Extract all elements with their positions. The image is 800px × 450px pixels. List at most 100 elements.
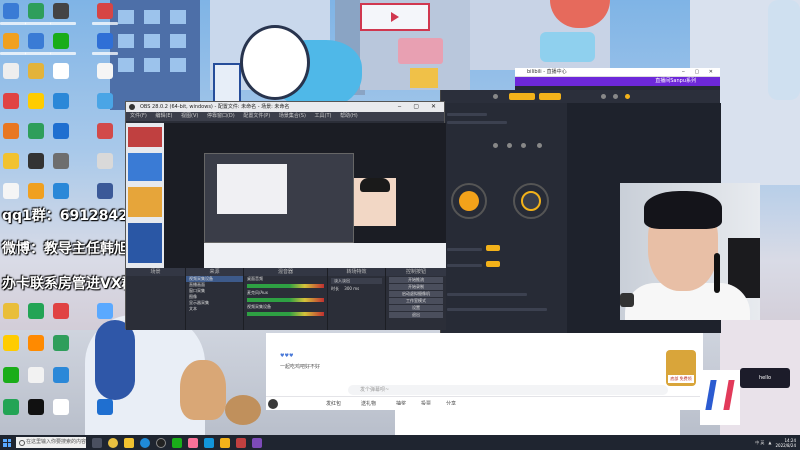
desktop-app-icon[interactable] [53, 183, 69, 199]
folder-icon[interactable] [124, 437, 134, 448]
desktop-app-icon[interactable] [28, 335, 44, 351]
desktop-app-icon[interactable] [97, 33, 113, 49]
console-action-button[interactable] [486, 245, 500, 251]
console-icon[interactable] [625, 94, 630, 99]
edge-icon[interactable] [140, 437, 150, 448]
desktop-app-icon[interactable] [3, 303, 19, 319]
network-icon[interactable]: ▲ [768, 440, 771, 445]
live-tool-icon[interactable] [220, 437, 230, 448]
start-button[interactable] [0, 435, 14, 450]
obs-icon[interactable] [156, 437, 166, 448]
console-option-icon[interactable] [493, 143, 498, 148]
desktop-app-icon[interactable] [28, 367, 44, 383]
desktop-app-icon[interactable] [3, 63, 19, 79]
console-icon[interactable] [613, 94, 618, 99]
console-icon[interactable] [601, 94, 606, 99]
desktop-app-icon[interactable] [28, 123, 44, 139]
qq-icon[interactable] [204, 437, 214, 448]
desktop-app-icon[interactable] [3, 367, 19, 383]
desktop-app-icon[interactable] [53, 367, 69, 383]
desktop-app-icon[interactable] [28, 399, 44, 415]
console-icon[interactable] [493, 94, 498, 99]
browser-badge[interactable]: 直播间Sanpu系列 [655, 77, 696, 86]
browser-title-bar[interactable]: bilibili - 直播中心 ‒ ▢ ✕ [515, 68, 720, 77]
desktop-app-icon[interactable] [97, 63, 113, 79]
wechat-icon[interactable] [172, 437, 182, 448]
obs-title-bar[interactable]: OBS 28.0.2 (64-bit, windows) - 配置文件: 未命名… [126, 102, 444, 112]
desktop-app-icon[interactable] [28, 3, 44, 19]
desktop-app-icon[interactable] [97, 399, 113, 415]
obs-window[interactable]: OBS 28.0.2 (64-bit, windows) - 配置文件: 未命名… [125, 101, 446, 330]
obs-menu-item[interactable]: 工具(T) [315, 113, 332, 119]
start-streaming-button[interactable]: 开始推流 [389, 277, 443, 283]
studio-mode-button[interactable]: 工作室模式 [389, 298, 443, 304]
obs-menu-item[interactable]: 文件(F) [130, 113, 147, 119]
window-controls[interactable]: ‒ ▢ ✕ [682, 68, 717, 77]
desktop-app-icon[interactable] [28, 183, 44, 199]
taskbar-search-input[interactable]: 在这里输入你要搜索的内容 [16, 437, 86, 448]
source-item[interactable]: 文本 [186, 306, 243, 312]
ime-indicator[interactable]: 中 英 [755, 440, 764, 446]
desktop-app-icon[interactable] [53, 335, 69, 351]
desktop-app-icon[interactable] [3, 93, 19, 109]
desktop-app-icon[interactable] [53, 153, 69, 169]
bilibili-icon[interactable] [188, 437, 198, 448]
console-option-icon[interactable] [521, 143, 526, 148]
desktop-app-icon[interactable] [97, 183, 113, 199]
desktop-app-icon[interactable] [53, 3, 69, 19]
desktop-app-icon[interactable] [97, 153, 113, 169]
desktop-app-icon[interactable] [3, 153, 19, 169]
desktop-app-icon[interactable] [28, 93, 44, 109]
app-icon[interactable] [252, 437, 262, 448]
audio-meter[interactable] [247, 312, 324, 316]
task-view-icon[interactable] [92, 437, 102, 448]
desktop-app-icon[interactable] [3, 3, 19, 19]
desktop-app-icon[interactable] [3, 399, 19, 415]
obs-preview-canvas[interactable] [164, 123, 446, 268]
red-packet-button[interactable]: 发红包 [326, 400, 341, 407]
desktop-app-icon[interactable] [97, 3, 113, 19]
app-icon[interactable] [236, 437, 246, 448]
console-tab[interactable] [539, 93, 561, 100]
desktop-app-icon[interactable] [97, 93, 113, 109]
virtual-camera-button[interactable]: 启动虚拟摄像机 [389, 291, 443, 297]
live-option-ring[interactable] [513, 183, 549, 219]
duration-value[interactable]: 300 ms [344, 286, 359, 291]
start-live-ring[interactable] [451, 183, 487, 219]
desktop-app-icon[interactable] [28, 153, 44, 169]
console-option-icon[interactable] [507, 143, 512, 148]
obs-menu-item[interactable]: 配置文件(P) [243, 113, 270, 119]
desktop-app-icon[interactable] [28, 63, 44, 79]
desktop-app-icon[interactable] [53, 63, 69, 79]
desktop-app-icon[interactable] [3, 123, 19, 139]
start-recording-button[interactable]: 开始录制 [389, 284, 443, 290]
send-gift-button[interactable]: 送礼物 [361, 400, 376, 407]
audio-meter[interactable] [247, 284, 324, 288]
desktop-app-icon[interactable] [3, 335, 19, 351]
audio-meter[interactable] [247, 298, 324, 302]
chrome-icon[interactable] [108, 437, 118, 448]
exit-button[interactable]: 退出 [389, 312, 443, 318]
desktop-app-icon[interactable] [97, 123, 113, 139]
obs-window-controls[interactable]: ‒ ▢ ✕ [398, 102, 441, 112]
desktop-app-icon[interactable] [53, 33, 69, 49]
danmaku-input[interactable]: 发个弹幕呗~ [348, 385, 668, 395]
taskbar-clock[interactable]: 14:24 2022/8/24 [775, 438, 796, 448]
console-tab[interactable] [509, 93, 535, 100]
avatar[interactable] [268, 399, 278, 409]
obs-menu-item[interactable]: 帮助(H) [340, 113, 358, 119]
desktop-app-icon[interactable] [53, 303, 69, 319]
desktop-app-icon[interactable] [3, 183, 19, 199]
desktop-app-icon[interactable] [53, 93, 69, 109]
desktop-app-icon[interactable] [97, 303, 113, 319]
console-option-icon[interactable] [537, 143, 542, 148]
settings-button[interactable]: 设置 [389, 305, 443, 311]
desktop-app-icon[interactable] [28, 33, 44, 49]
obs-menu-item[interactable]: 编辑(E) [155, 113, 172, 119]
obs-menu-item[interactable]: 停靠窗口(D) [207, 113, 235, 119]
desktop-app-icon[interactable] [3, 33, 19, 49]
transition-select[interactable]: 淡入淡出 [331, 278, 382, 284]
danmaku-chat-window[interactable]: ♥♥♥ 一起吃鸡吧好不好 发个弹幕呗~ 发红包 送礼物 抽奖 投票 分享 [266, 333, 703, 410]
obs-menu-item[interactable]: 视图(V) [181, 113, 198, 119]
desktop-app-icon[interactable] [53, 123, 69, 139]
